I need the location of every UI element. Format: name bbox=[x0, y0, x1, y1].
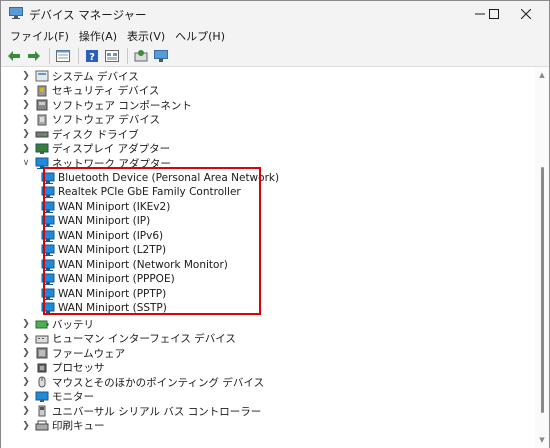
view-button[interactable] bbox=[103, 47, 121, 65]
tree-item-security-devices[interactable]: ❯ セキュリティ デバイス bbox=[21, 84, 159, 99]
software-component-icon bbox=[36, 99, 48, 111]
chevron-right-icon[interactable]: ❯ bbox=[21, 144, 31, 154]
device-manager-window: デバイス マネージャー ファイル(F) 操作(A) 表示(V) ヘルプ(H) ? bbox=[0, 0, 550, 448]
print-queue-icon bbox=[35, 420, 49, 431]
scroll-down-icon[interactable]: ▼ bbox=[538, 436, 546, 444]
view-icon bbox=[105, 49, 119, 62]
chevron-right-icon[interactable]: ❯ bbox=[21, 100, 31, 110]
properties-button[interactable] bbox=[54, 47, 72, 65]
device-manager-app-icon bbox=[9, 7, 23, 19]
chevron-right-icon[interactable]: ❯ bbox=[21, 86, 31, 96]
toolbar: ? bbox=[1, 45, 549, 67]
chevron-right-icon[interactable]: ❯ bbox=[21, 392, 31, 402]
tree-item-label: 印刷キュー bbox=[52, 420, 105, 433]
tree-item-label: ソフトウェア デバイス bbox=[52, 114, 161, 127]
display-adapter-icon bbox=[35, 143, 49, 154]
tree-item-monitors[interactable]: ❯ モニター bbox=[21, 390, 94, 405]
disk-drive-icon bbox=[35, 131, 49, 138]
back-icon bbox=[8, 50, 20, 61]
tree-item-label: マウスとそのほかのポインティング デバイス bbox=[52, 376, 265, 389]
tree-item-batteries[interactable]: ❯ バッテリ bbox=[21, 317, 94, 332]
tree-item-label: ディスプレイ アダプター bbox=[52, 143, 171, 156]
tree-item-processors[interactable]: ❯ プロセッサ bbox=[21, 361, 105, 376]
close-icon bbox=[521, 9, 531, 19]
system-device-icon bbox=[35, 70, 49, 82]
tree-item-usb-controllers[interactable]: ❯ ユニバーサル シリアル バス コントローラー bbox=[21, 404, 261, 419]
tree-item-label: バッテリ bbox=[52, 318, 94, 331]
software-device-icon bbox=[37, 114, 47, 126]
usb-controller-icon bbox=[38, 405, 46, 417]
chevron-right-icon[interactable]: ❯ bbox=[21, 334, 31, 344]
chevron-right-icon[interactable]: ❯ bbox=[21, 348, 31, 358]
chevron-right-icon[interactable]: ❯ bbox=[21, 406, 31, 416]
forward-button[interactable] bbox=[25, 47, 43, 65]
tree-item-display-adapters[interactable]: ❯ ディスプレイ アダプター bbox=[21, 142, 170, 157]
scan-hardware-button[interactable] bbox=[132, 47, 150, 65]
maximize-icon bbox=[489, 9, 499, 19]
menu-file[interactable]: ファイル(F) bbox=[5, 28, 74, 44]
window-title: デバイス マネージャー bbox=[29, 8, 147, 22]
tree-item-label: ユニバーサル シリアル バス コントローラー bbox=[52, 405, 262, 418]
monitor-button[interactable] bbox=[152, 47, 170, 65]
tree-item-software-devices[interactable]: ❯ ソフトウェア デバイス bbox=[21, 113, 160, 128]
chevron-right-icon[interactable]: ❯ bbox=[21, 377, 31, 387]
chevron-right-icon[interactable]: ❯ bbox=[21, 421, 31, 431]
chevron-right-icon[interactable]: ❯ bbox=[21, 129, 31, 139]
tree-item-disk-drives[interactable]: ❯ ディスク ドライブ bbox=[21, 127, 139, 142]
tree-item-firmware[interactable]: ❯ ファームウェア bbox=[21, 346, 125, 361]
tree-item-mice[interactable]: ❯ マウスとそのほかのポインティング デバイス bbox=[21, 375, 264, 390]
tree-item-label: モニター bbox=[52, 391, 94, 404]
battery-icon bbox=[35, 320, 49, 329]
tree-item-label: ディスク ドライブ bbox=[52, 128, 139, 141]
properties-icon bbox=[56, 49, 70, 62]
scan-hardware-icon bbox=[134, 49, 148, 61]
chevron-right-icon[interactable]: ❯ bbox=[21, 363, 31, 373]
back-button[interactable] bbox=[5, 47, 23, 65]
toolbar-separator bbox=[49, 47, 50, 64]
help-icon: ? bbox=[86, 49, 98, 62]
tree-item-label: ソフトウェア コンポーネント bbox=[52, 99, 192, 112]
monitor-icon bbox=[154, 49, 168, 62]
menu-bar: ファイル(F) 操作(A) 表示(V) ヘルプ(H) bbox=[1, 27, 549, 45]
menu-view[interactable]: 表示(V) bbox=[122, 28, 170, 44]
tree-item-label: システム デバイス bbox=[52, 70, 139, 83]
processor-icon bbox=[37, 363, 47, 373]
toolbar-separator bbox=[78, 47, 79, 64]
monitor-icon bbox=[35, 391, 49, 402]
title-bar: デバイス マネージャー bbox=[1, 1, 549, 27]
firmware-icon bbox=[36, 347, 48, 359]
scroll-up-icon[interactable]: ▲ bbox=[538, 71, 546, 79]
tree-item-system-devices[interactable]: ❯ システム デバイス bbox=[21, 69, 139, 84]
vertical-scrollbar[interactable]: ▲ ▼ bbox=[535, 67, 549, 448]
tree-item-label: ファームウェア bbox=[52, 347, 126, 360]
network-devices-highlight-box bbox=[43, 167, 261, 315]
chevron-right-icon[interactable]: ❯ bbox=[21, 71, 31, 81]
scrollbar-thumb[interactable] bbox=[541, 167, 544, 413]
menu-action[interactable]: 操作(A) bbox=[74, 28, 122, 44]
help-button[interactable]: ? bbox=[83, 47, 101, 65]
tree-item-label: セキュリティ デバイス bbox=[52, 85, 160, 98]
toolbar-separator bbox=[127, 47, 128, 64]
forward-icon bbox=[28, 50, 40, 61]
human-interface-device-icon bbox=[35, 335, 49, 344]
mouse-icon bbox=[38, 376, 46, 388]
tree-item-software-components[interactable]: ❯ ソフトウェア コンポーネント bbox=[21, 98, 192, 113]
tree-item-label: プロセッサ bbox=[52, 362, 105, 375]
tree-item-human-interface-devices[interactable]: ❯ ヒューマン インターフェイス デバイス bbox=[21, 332, 236, 347]
chevron-right-icon[interactable]: ❯ bbox=[21, 115, 31, 125]
chevron-down-icon[interactable]: ∨ bbox=[21, 158, 31, 168]
menu-help[interactable]: ヘルプ(H) bbox=[170, 28, 230, 44]
tree-item-print-queues[interactable]: ❯ 印刷キュー bbox=[21, 419, 105, 434]
close-button[interactable] bbox=[503, 1, 549, 27]
svg-text:?: ? bbox=[89, 52, 95, 62]
chevron-right-icon[interactable]: ❯ bbox=[21, 319, 31, 329]
tree-item-label: ヒューマン インターフェイス デバイス bbox=[52, 333, 236, 346]
security-device-icon bbox=[37, 85, 47, 97]
